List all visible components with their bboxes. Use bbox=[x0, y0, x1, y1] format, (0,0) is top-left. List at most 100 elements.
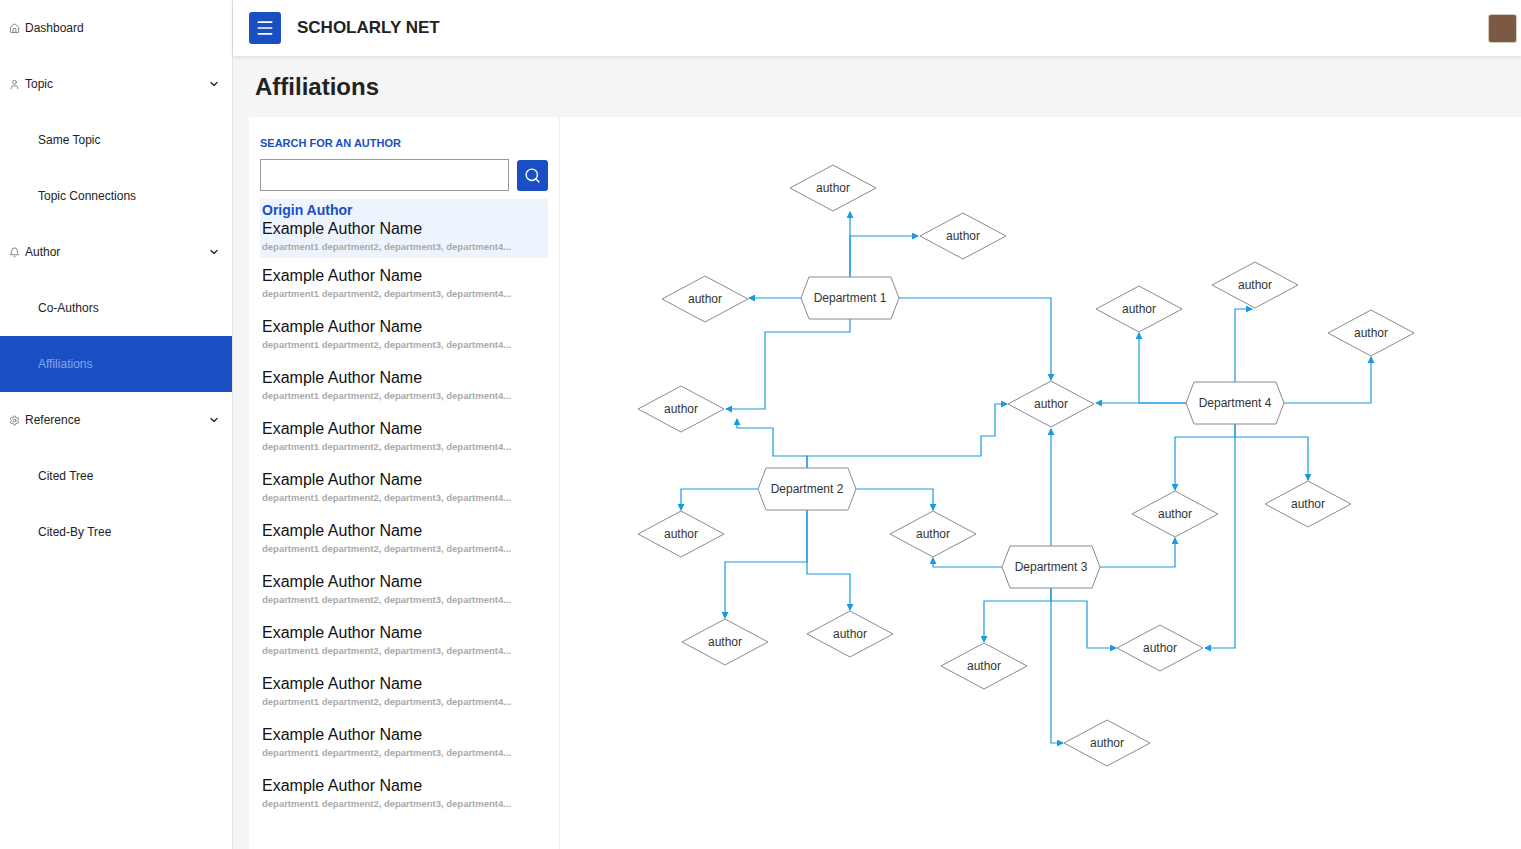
graph-edge bbox=[749, 297, 802, 298]
svg-text:author: author bbox=[1238, 278, 1272, 292]
sidebar-label: Author bbox=[25, 243, 60, 261]
department-node[interactable]: Department 4 bbox=[1186, 382, 1284, 424]
search-icon bbox=[524, 167, 541, 184]
svg-text:author: author bbox=[1291, 497, 1325, 511]
search-label: SEARCH FOR AN AUTHOR bbox=[260, 137, 548, 149]
author-node[interactable]: author bbox=[1328, 310, 1414, 356]
sidebar-subitem[interactable]: Same Topic bbox=[0, 112, 232, 168]
graph-edge bbox=[726, 319, 850, 409]
author-name: Example Author Name bbox=[262, 776, 546, 796]
sidebar-subitem[interactable]: Affiliations bbox=[0, 336, 232, 392]
sidebar-label: Affiliations bbox=[38, 355, 92, 373]
search-button[interactable] bbox=[517, 160, 548, 191]
menu-button[interactable] bbox=[249, 12, 281, 44]
graph-edge bbox=[681, 489, 758, 510]
svg-text:Department 2: Department 2 bbox=[771, 482, 844, 496]
author-row[interactable]: Example Author Namedepartment1 departmen… bbox=[260, 309, 548, 360]
svg-text:author: author bbox=[816, 181, 850, 195]
author-list: Origin AuthorExample Author Namedepartme… bbox=[260, 199, 548, 819]
sidebar-subitem[interactable]: Cited Tree bbox=[0, 448, 232, 504]
author-name: Example Author Name bbox=[262, 317, 546, 337]
author-node[interactable]: author bbox=[890, 511, 976, 557]
graph-edge bbox=[1139, 333, 1186, 403]
graph-edge bbox=[855, 489, 933, 510]
sidebar-label: Dashboard bbox=[25, 19, 84, 37]
svg-text:author: author bbox=[1122, 302, 1156, 316]
author-departments: department1 department2, department3, de… bbox=[262, 541, 546, 557]
page-header: Affiliations bbox=[233, 56, 1521, 117]
author-node[interactable]: author bbox=[638, 511, 724, 557]
author-node[interactable]: author bbox=[1096, 286, 1182, 332]
author-node[interactable]: author bbox=[1132, 491, 1218, 537]
app: Dashboard TopicSame Topic Topic Connection… bbox=[0, 0, 1521, 849]
author-name: Example Author Name bbox=[262, 266, 546, 286]
svg-text:author: author bbox=[664, 402, 698, 416]
graph-edge bbox=[1050, 429, 1051, 546]
menu-icon bbox=[255, 18, 275, 38]
author-name: Example Author Name bbox=[262, 674, 546, 694]
author-name: Example Author Name bbox=[262, 623, 546, 643]
author-row[interactable]: Example Author Namedepartment1 departmen… bbox=[260, 411, 548, 462]
author-departments: department1 department2, department3, de… bbox=[262, 796, 546, 812]
sidebar-section[interactable]: Author bbox=[0, 224, 232, 280]
section-icon bbox=[9, 247, 20, 258]
author-node[interactable]: author bbox=[807, 611, 893, 657]
author-row[interactable]: Example Author Namedepartment1 departmen… bbox=[260, 615, 548, 666]
author-row[interactable]: Example Author Namedepartment1 departmen… bbox=[260, 768, 548, 819]
author-row[interactable]: Origin AuthorExample Author Namedepartme… bbox=[260, 199, 548, 258]
author-name: Example Author Name bbox=[262, 521, 546, 541]
sidebar-section[interactable]: Topic bbox=[0, 56, 232, 112]
graph-edge bbox=[1283, 357, 1371, 403]
department-node[interactable]: Department 3 bbox=[1002, 546, 1100, 588]
author-node[interactable]: author bbox=[790, 165, 876, 211]
author-node[interactable]: author bbox=[638, 386, 724, 432]
author-node[interactable]: author bbox=[682, 619, 768, 665]
graph-edge bbox=[1175, 424, 1235, 490]
section-icon bbox=[9, 23, 20, 34]
graph-edge bbox=[807, 404, 1007, 468]
graph-edge bbox=[984, 588, 1051, 642]
author-node[interactable]: author bbox=[1008, 381, 1094, 427]
svg-text:Department 3: Department 3 bbox=[1015, 560, 1088, 574]
chevron-icon bbox=[208, 414, 220, 426]
svg-text:author: author bbox=[916, 527, 950, 541]
sidebar-label: Co-Authors bbox=[38, 299, 99, 317]
graph-edge bbox=[933, 558, 1002, 567]
graph-edge bbox=[1205, 424, 1235, 648]
author-row[interactable]: Example Author Namedepartment1 departmen… bbox=[260, 513, 548, 564]
author-departments: department1 department2, department3, de… bbox=[262, 745, 546, 761]
sidebar-subitem[interactable]: Topic Connections bbox=[0, 168, 232, 224]
author-node[interactable]: author bbox=[662, 276, 748, 322]
sidebar-item[interactable]: Dashboard bbox=[0, 0, 232, 56]
sidebar-section[interactable]: Reference bbox=[0, 392, 232, 448]
sidebar-subitem[interactable]: Cited-By Tree bbox=[0, 504, 232, 560]
author-name: Example Author Name bbox=[262, 470, 546, 490]
author-node[interactable]: author bbox=[1064, 720, 1150, 766]
graph-edge bbox=[1051, 588, 1063, 743]
author-name: Example Author Name bbox=[262, 368, 546, 388]
author-node[interactable]: author bbox=[941, 643, 1027, 689]
author-row[interactable]: Example Author Namedepartment1 departmen… bbox=[260, 462, 548, 513]
author-row[interactable]: Example Author Namedepartment1 departmen… bbox=[260, 666, 548, 717]
author-node[interactable]: author bbox=[1117, 625, 1203, 671]
svg-text:author: author bbox=[1034, 397, 1068, 411]
graph-canvas: author author author author author author auth… bbox=[560, 117, 1521, 849]
author-row[interactable]: Example Author Namedepartment1 departmen… bbox=[260, 258, 548, 309]
author-node[interactable]: author bbox=[920, 213, 1006, 259]
graph-edge bbox=[737, 419, 807, 468]
search-row bbox=[260, 159, 548, 191]
author-name: Example Author Name bbox=[262, 572, 546, 592]
department-node[interactable]: Department 1 bbox=[801, 277, 899, 319]
sidebar-subitem[interactable]: Co-Authors bbox=[0, 280, 232, 336]
author-node[interactable]: author bbox=[1265, 481, 1351, 527]
author-node[interactable]: author bbox=[1212, 262, 1298, 308]
search-input[interactable] bbox=[260, 159, 509, 191]
author-row[interactable]: Example Author Namedepartment1 departmen… bbox=[260, 717, 548, 768]
author-row[interactable]: Example Author Namedepartment1 departmen… bbox=[260, 360, 548, 411]
graph-edge bbox=[1235, 437, 1308, 480]
avatar[interactable] bbox=[1488, 14, 1517, 43]
department-node[interactable]: Department 2 bbox=[758, 468, 856, 510]
author-departments: department1 department2, department3, de… bbox=[262, 388, 546, 404]
sidebar-label: Topic Connections bbox=[38, 187, 136, 205]
author-row[interactable]: Example Author Namedepartment1 departmen… bbox=[260, 564, 548, 615]
